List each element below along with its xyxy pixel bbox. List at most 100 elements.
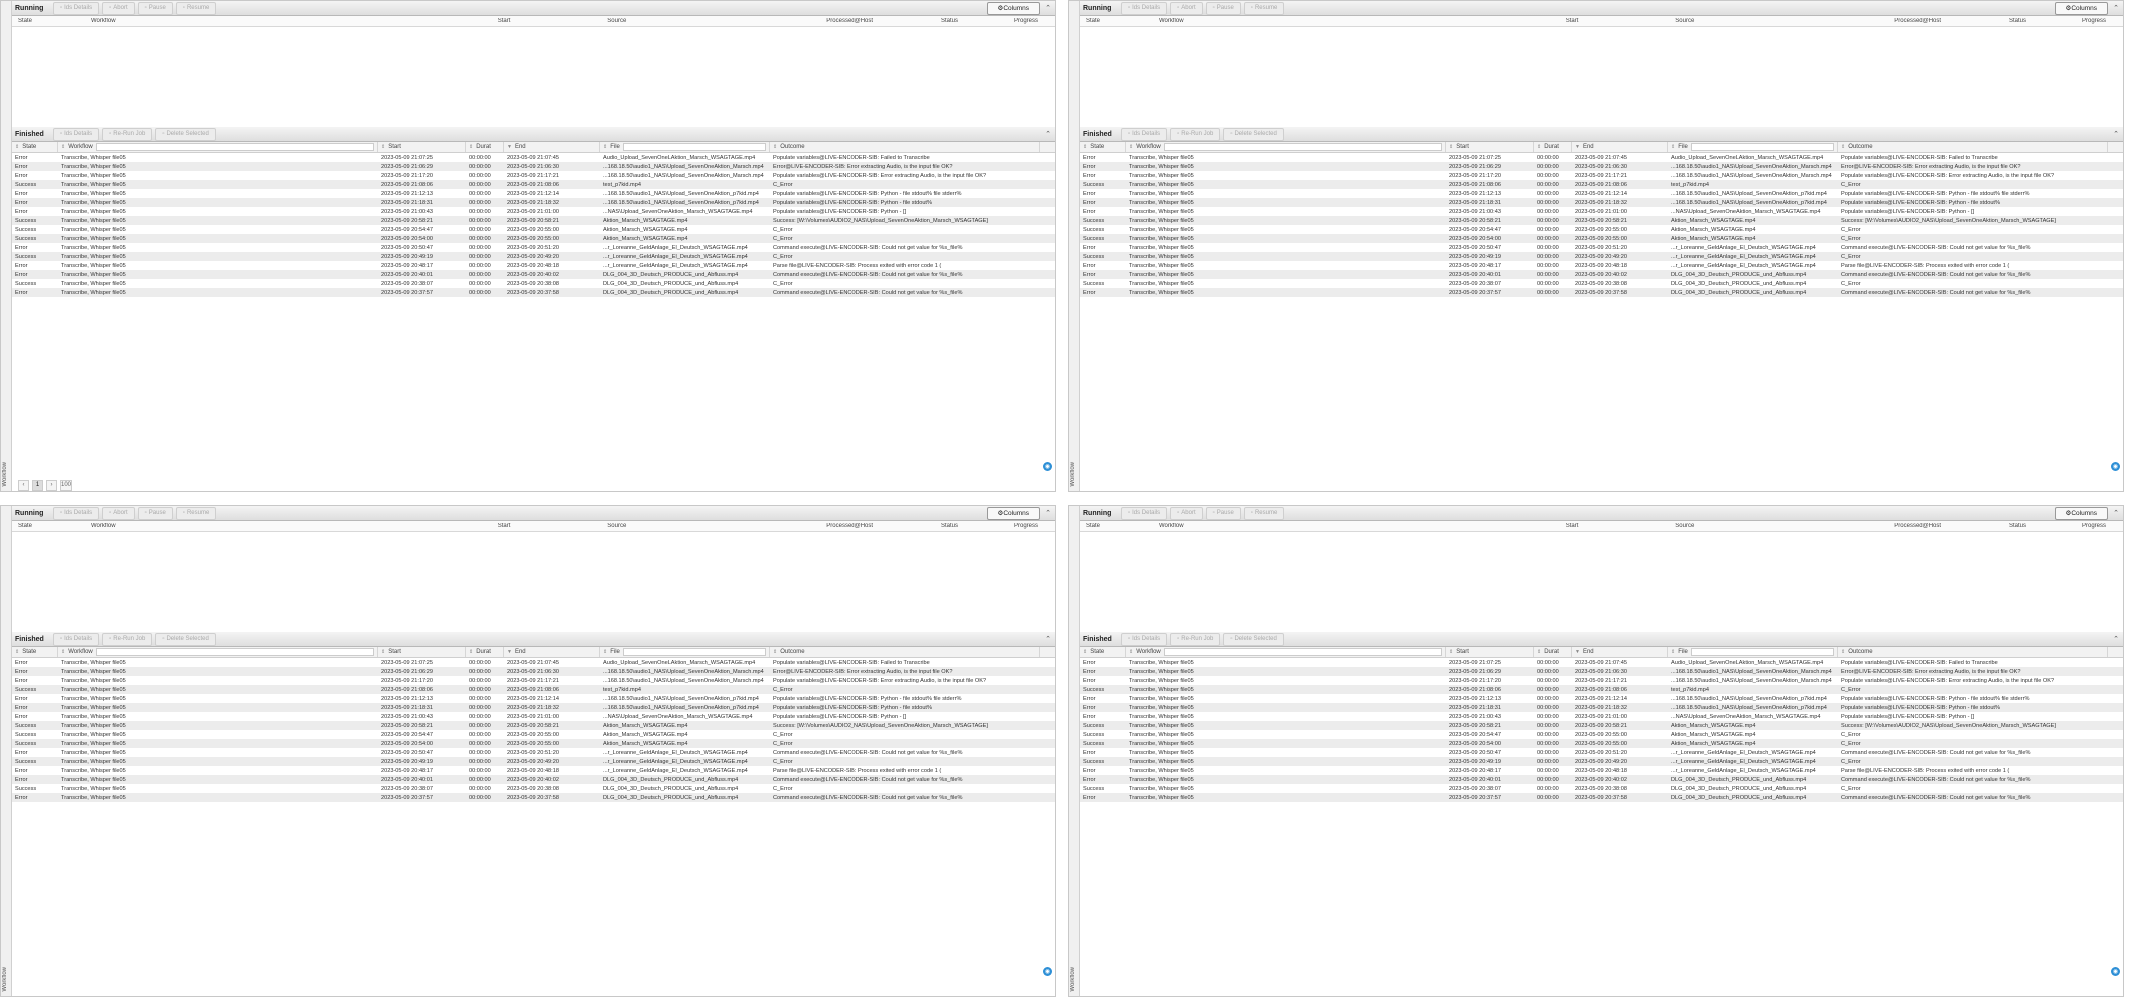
sort-icon[interactable]: ⇕ [15,144,19,150]
finished-column-header[interactable]: ⇕ Durat [1534,142,1572,152]
running-column-header[interactable]: Workflow [1153,18,1560,24]
running-column-header[interactable]: Workflow [85,523,492,529]
running-column-header[interactable]: State [12,523,85,529]
table-row[interactable]: Error Transcribe, Whisper file05 2023-05-0… [1080,261,2123,270]
sort-icon[interactable]: ⇕ [1449,144,1453,150]
table-row[interactable]: Error Transcribe, Whisper file05 2023-05-0… [1080,198,2123,207]
column-filter-input[interactable] [1163,143,1442,151]
table-row[interactable]: Success Transcribe, Whisper file05 2023-05… [12,730,1055,739]
running-toolbar-button[interactable]: ▫ Pause [137,1,173,15]
table-row[interactable]: Error Transcribe, Whisper file05 2023-05-0… [12,207,1055,216]
table-row[interactable]: Success Transcribe, Whisper file05 2023-05… [1080,225,2123,234]
collapse-chevron-icon[interactable]: ⌃ [2112,635,2120,643]
table-row[interactable]: Error Transcribe, Whisper file05 2023-05-0… [12,676,1055,685]
finished-column-header[interactable]: ▼ End [1572,647,1668,657]
running-column-header[interactable]: Start [1560,18,1670,24]
sort-icon[interactable]: ⇕ [1449,649,1453,655]
finished-column-header[interactable]: ⇕ State [1080,647,1126,657]
table-row[interactable]: Error Transcribe, Whisper file05 2023-05-0… [12,793,1055,802]
table-row[interactable]: Error Transcribe, Whisper file05 2023-05-0… [12,171,1055,180]
running-column-header[interactable]: State [1080,18,1153,24]
table-row[interactable]: Success Transcribe, Whisper file05 2023-05… [1080,721,2123,730]
table-row[interactable]: Success Transcribe, Whisper file05 2023-05… [12,739,1055,748]
table-row[interactable]: Success Transcribe, Whisper file05 2023-05… [1080,730,2123,739]
running-toolbar-button[interactable]: ▫ Abort [102,506,135,520]
table-row[interactable]: Error Transcribe, Whisper file05 2023-05-0… [1080,775,2123,784]
table-row[interactable]: Success Transcribe, Whisper file05 2023-05… [1080,279,2123,288]
table-row[interactable]: Error Transcribe, Whisper file05 2023-05-0… [12,766,1055,775]
running-column-header[interactable]: Status [2003,18,2076,24]
table-row[interactable]: Error Transcribe, Whisper file05 2023-05-0… [12,658,1055,667]
column-filter-input[interactable] [1690,143,1834,151]
column-filter-input[interactable] [95,143,374,151]
table-row[interactable]: Success Transcribe, Whisper file05 2023-05… [12,234,1055,243]
sort-icon[interactable]: ⇕ [603,649,607,655]
table-row[interactable]: Error Transcribe, Whisper file05 2023-05-0… [1080,189,2123,198]
sort-icon[interactable]: ⇕ [381,144,385,150]
column-filter-input[interactable] [622,648,766,656]
finished-column-header[interactable]: ⇕ Start [378,142,466,152]
table-row[interactable]: Error Transcribe, Whisper file05 2023-05-0… [12,243,1055,252]
sort-icon[interactable]: ⇕ [61,649,65,655]
finished-column-header[interactable]: ⇕ Durat [466,142,504,152]
finished-column-header[interactable]: ⇕ File [1668,142,1838,152]
finished-column-header[interactable]: ⇕ File [600,647,770,657]
table-row[interactable]: Error Transcribe, Whisper file05 2023-05-0… [1080,766,2123,775]
running-toolbar-button[interactable]: ▫ Ids Details [1121,1,1168,15]
sort-icon[interactable]: ⇕ [61,144,65,150]
table-row[interactable]: Error Transcribe, Whisper file05 2023-05-0… [12,198,1055,207]
sort-icon[interactable]: ⇕ [773,144,777,150]
next-page-button[interactable]: › [46,479,57,491]
sort-icon[interactable]: ⇕ [1671,649,1675,655]
table-row[interactable]: Error Transcribe, Whisper file05 2023-05-0… [1080,270,2123,279]
column-filter-input[interactable] [95,648,374,656]
sort-icon[interactable]: ⇕ [1671,144,1675,150]
table-row[interactable]: Error Transcribe, Whisper file05 2023-05-0… [1080,748,2123,757]
current-page[interactable]: 1 [32,479,43,491]
table-row[interactable]: Success Transcribe, Whisper file05 2023-05… [12,180,1055,189]
table-row[interactable]: Error Transcribe, Whisper file05 2023-05-0… [1080,171,2123,180]
running-column-header[interactable]: Source [1669,18,1888,24]
collapse-chevron-icon[interactable]: ⌃ [2112,4,2120,12]
running-column-header[interactable]: Progress [2076,18,2123,24]
column-filter-input[interactable] [1163,648,1442,656]
finished-column-header[interactable]: ⇕ File [1668,647,1838,657]
table-row[interactable]: Success Transcribe, Whisper file05 2023-05… [1080,180,2123,189]
running-column-header[interactable]: Processed@Host [820,18,935,24]
table-row[interactable]: Success Transcribe, Whisper file05 2023-05… [1080,234,2123,243]
table-row[interactable]: Error Transcribe, Whisper file05 2023-05-0… [12,189,1055,198]
running-column-header[interactable]: Start [492,523,602,529]
running-toolbar-button[interactable]: ▫ Pause [1205,506,1241,520]
sort-icon[interactable]: ⇕ [15,649,19,655]
table-row[interactable]: Error Transcribe, Whisper file05 2023-05-0… [1080,243,2123,252]
columns-button[interactable]: ⚙ Columns [2054,506,2108,520]
finished-toolbar-button[interactable]: ▫ Delete Selected [155,127,216,141]
table-row[interactable]: Error Transcribe, Whisper file05 2023-05-0… [12,288,1055,297]
running-column-header[interactable]: State [12,18,85,24]
finished-toolbar-button[interactable]: ▫ Re-Run Job [102,127,153,141]
running-column-header[interactable]: Progress [1008,523,1055,529]
table-row[interactable]: Success Transcribe, Whisper file05 2023-05… [12,757,1055,766]
sort-icon[interactable]: ⇕ [1083,649,1087,655]
finished-column-header[interactable]: ⇕ Workflow [1126,647,1446,657]
running-toolbar-button[interactable]: ▫ Ids Details [53,506,100,520]
running-column-header[interactable]: Source [1669,523,1888,529]
collapse-chevron-icon[interactable]: ⌃ [1044,635,1052,643]
sort-icon[interactable]: ⇕ [1537,649,1541,655]
running-toolbar-button[interactable]: ▫ Ids Details [1121,506,1168,520]
page-size-select[interactable]: 100 [60,479,73,491]
table-row[interactable]: Error Transcribe, Whisper file05 2023-05-0… [1080,676,2123,685]
table-row[interactable]: Error Transcribe, Whisper file05 2023-05-0… [12,694,1055,703]
running-column-header[interactable]: Start [1560,523,1670,529]
finished-column-header[interactable]: ⇕ Start [1446,647,1534,657]
running-column-header[interactable]: Status [935,523,1008,529]
collapse-chevron-icon[interactable]: ⌃ [2112,130,2120,138]
finished-toolbar-button[interactable]: ▫ Ids Details [53,127,100,141]
sort-icon[interactable]: ⇕ [1129,649,1133,655]
table-row[interactable]: Error Transcribe, Whisper file05 2023-05-0… [1080,162,2123,171]
running-toolbar-button[interactable]: ▫ Ids Details [53,1,100,15]
finished-column-header[interactable]: ⇕ State [12,142,58,152]
table-row[interactable]: Error Transcribe, Whisper file05 2023-05-0… [1080,288,2123,297]
running-column-header[interactable]: Processed@Host [1888,18,2003,24]
table-row[interactable]: Error Transcribe, Whisper file05 2023-05-0… [1080,712,2123,721]
